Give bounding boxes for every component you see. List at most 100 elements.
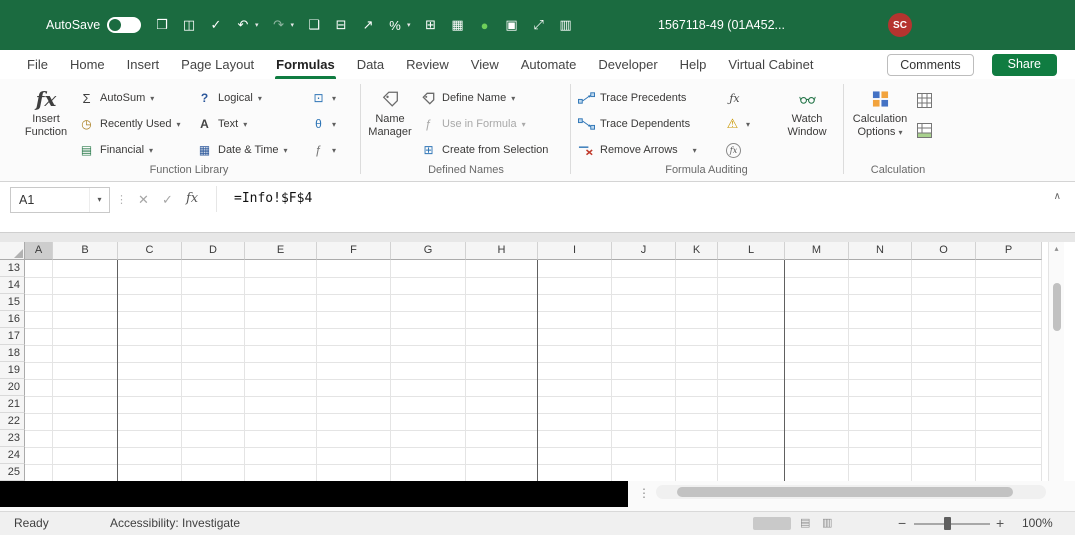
columns-icon[interactable]: ▥ <box>559 17 573 33</box>
export-icon[interactable]: ↗ <box>361 17 375 33</box>
error-checking-button[interactable]: ⚠ ▾ <box>724 113 750 135</box>
zoom-level[interactable]: 100% <box>1022 516 1053 530</box>
scroll-up-icon[interactable]: ▴ <box>1049 244 1064 253</box>
enter-icon[interactable]: ✓ <box>162 192 173 208</box>
use-in-formula-button[interactable]: ƒ Use in Formula ▾ <box>420 113 525 135</box>
logical-button[interactable]: ? Logical ▾ <box>196 87 262 109</box>
show-formulas-button[interactable]: ƒx <box>726 87 743 109</box>
normal-view-button[interactable] <box>753 517 791 530</box>
column-header-G[interactable]: G <box>391 242 466 260</box>
row-header-21[interactable]: 21 <box>0 396 25 413</box>
tab-home[interactable]: Home <box>59 50 116 79</box>
resize-icon[interactable]: ⤢ <box>532 17 546 33</box>
trace-precedents-button[interactable]: Trace Precedents <box>578 87 686 109</box>
horizontal-scrollbar-thumb[interactable] <box>677 487 1013 497</box>
calculate-sheet-button[interactable] <box>916 119 933 141</box>
autosave-control[interactable]: AutoSave <box>46 0 142 50</box>
column-header-H[interactable]: H <box>466 242 538 260</box>
autosave-toggle[interactable] <box>107 17 142 33</box>
column-header-C[interactable]: C <box>118 242 182 260</box>
row-header-20[interactable]: 20 <box>0 379 25 396</box>
table-icon[interactable]: ▦ <box>451 17 465 33</box>
evaluate-formula-button[interactable]: fx <box>726 139 741 161</box>
select-all-button[interactable] <box>0 242 25 260</box>
page-break-view-icon[interactable]: ▥ <box>822 516 832 529</box>
zoom-in-button[interactable]: + <box>996 515 1004 531</box>
autosum-button[interactable]: Σ AutoSum ▾ <box>78 87 154 109</box>
clipboard-check-icon[interactable]: ✓ <box>209 17 223 33</box>
tab-virtual-cabinet[interactable]: Virtual Cabinet <box>717 50 824 79</box>
row-header-13[interactable]: 13 <box>0 260 25 277</box>
column-header-I[interactable]: I <box>538 242 612 260</box>
tab-formulas[interactable]: Formulas <box>265 50 346 79</box>
column-header-M[interactable]: M <box>785 242 849 260</box>
calculation-options-button[interactable]: Calculation Options ▾ <box>848 84 912 162</box>
zoom-slider-handle[interactable] <box>944 517 951 530</box>
row-header-22[interactable]: 22 <box>0 413 25 430</box>
table-attach-icon[interactable]: ⊟ <box>334 17 348 33</box>
watch-window-button[interactable]: Watch Window <box>776 84 838 162</box>
define-name-button[interactable]: Define Name ▾ <box>420 87 515 109</box>
formula-input[interactable]: =Info!$F$4 <box>234 191 312 206</box>
insert-function-icon[interactable]: fx <box>186 191 198 206</box>
more-functions-button[interactable]: ƒ ▾ <box>310 139 336 161</box>
row-header-17[interactable]: 17 <box>0 328 25 345</box>
tab-page-layout[interactable]: Page Layout <box>170 50 265 79</box>
column-header-A[interactable]: A <box>25 242 53 260</box>
column-header-P[interactable]: P <box>976 242 1042 260</box>
tab-help[interactable]: Help <box>669 50 718 79</box>
create-from-selection-button[interactable]: ⊞ Create from Selection <box>420 139 548 161</box>
row-header-16[interactable]: 16 <box>0 311 25 328</box>
recently-used-button[interactable]: ◷ Recently Used ▾ <box>78 113 180 135</box>
column-header-K[interactable]: K <box>676 242 718 260</box>
save-icon[interactable]: ◫ <box>182 17 196 33</box>
comments-button[interactable]: Comments <box>887 54 974 76</box>
name-manager-button[interactable]: Name Manager <box>364 84 416 162</box>
tab-automate[interactable]: Automate <box>510 50 588 79</box>
row-header-19[interactable]: 19 <box>0 362 25 379</box>
tab-data[interactable]: Data <box>346 50 395 79</box>
tab-strip-drag-handle[interactable]: ⋮ <box>638 486 650 500</box>
date-time-button[interactable]: ▦ Date & Time ▾ <box>196 139 288 161</box>
insert-table-icon[interactable]: ⊞ <box>424 17 438 33</box>
math-trig-button[interactable]: θ ▾ <box>310 113 336 135</box>
trace-dependents-button[interactable]: Trace Dependents <box>578 113 690 135</box>
tab-review[interactable]: Review <box>395 50 460 79</box>
formula-bar-drag-handle[interactable]: ⋮ <box>116 193 127 206</box>
zoom-out-button[interactable]: − <box>898 515 906 531</box>
row-header-25[interactable]: 25 <box>0 464 25 481</box>
remove-arrows-button[interactable]: Remove Arrows ▾ <box>578 139 697 161</box>
redo-icon[interactable]: ↷ <box>272 17 286 33</box>
grid-body[interactable]: 13 14 15 16 17 18 19 20 21 22 23 24 25 <box>0 260 1042 481</box>
horizontal-scrollbar[interactable] <box>656 485 1046 499</box>
financial-button[interactable]: ▤ Financial ▾ <box>78 139 153 161</box>
column-header-O[interactable]: O <box>912 242 976 260</box>
tab-view[interactable]: View <box>460 50 510 79</box>
tab-insert[interactable]: Insert <box>116 50 171 79</box>
row-header-18[interactable]: 18 <box>0 345 25 362</box>
tab-file[interactable]: File <box>16 50 59 79</box>
column-header-J[interactable]: J <box>612 242 676 260</box>
cancel-icon[interactable]: ✕ <box>138 192 149 208</box>
column-header-N[interactable]: N <box>849 242 912 260</box>
undo-icon[interactable]: ↶ <box>236 17 250 33</box>
row-header-23[interactable]: 23 <box>0 430 25 447</box>
column-header-F[interactable]: F <box>317 242 391 260</box>
column-header-L[interactable]: L <box>718 242 785 260</box>
record-macro-icon[interactable]: ● <box>478 18 492 33</box>
text-button[interactable]: A Text ▾ <box>196 113 247 135</box>
insert-function-button[interactable]: fx Insert Function <box>20 84 72 162</box>
column-header-D[interactable]: D <box>182 242 245 260</box>
row-header-14[interactable]: 14 <box>0 277 25 294</box>
vertical-scrollbar[interactable]: ▴ <box>1048 242 1064 481</box>
tab-developer[interactable]: Developer <box>587 50 668 79</box>
new-document-icon[interactable]: ❑ <box>307 17 321 33</box>
collapse-formula-bar-icon[interactable]: ∧ <box>1054 191 1061 202</box>
accessibility-status[interactable]: Accessibility: Investigate <box>110 516 240 530</box>
zoom-slider[interactable] <box>914 523 990 525</box>
chevron-down-icon[interactable]: ▾ <box>89 188 109 212</box>
percent-style-icon[interactable]: % <box>388 18 402 33</box>
row-header-15[interactable]: 15 <box>0 294 25 311</box>
vertical-scrollbar-thumb[interactable] <box>1053 283 1061 331</box>
grid-icon[interactable]: ▣ <box>505 17 519 33</box>
